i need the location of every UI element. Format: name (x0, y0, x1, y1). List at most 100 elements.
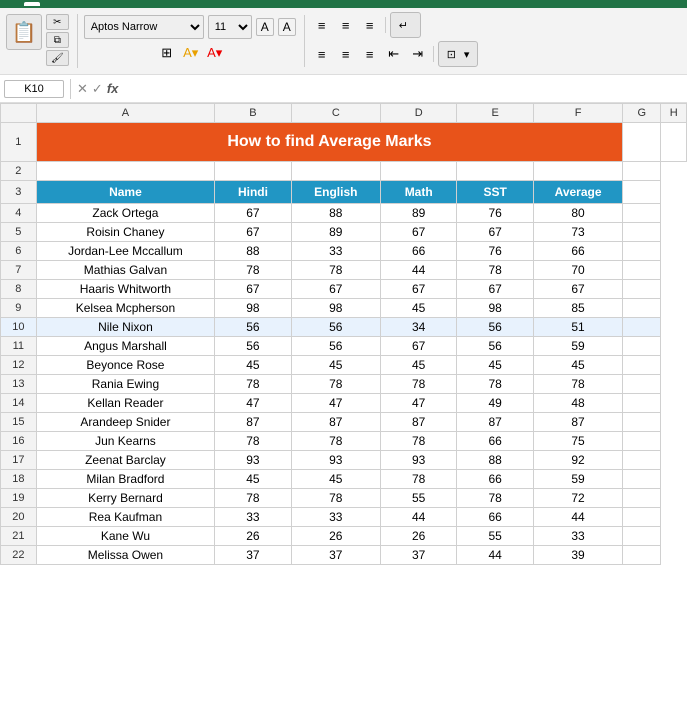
align-bottom-button[interactable]: ≡ (359, 14, 381, 36)
score-sst[interactable]: 78 (457, 261, 534, 280)
student-name[interactable]: Zeenat Barclay (36, 451, 215, 470)
row-header-16[interactable]: 16 (1, 432, 37, 451)
score-average[interactable]: 39 (533, 546, 622, 565)
score-average[interactable]: 80 (533, 204, 622, 223)
score-sst[interactable]: 98 (457, 299, 534, 318)
score-sst[interactable]: 66 (457, 508, 534, 527)
row-header-21[interactable]: 21 (1, 527, 37, 546)
menu-home[interactable] (24, 2, 40, 6)
student-name[interactable]: Rea Kaufman (36, 508, 215, 527)
bold-button[interactable] (84, 42, 106, 64)
col-header-b[interactable]: B (215, 104, 292, 123)
score-sst[interactable]: 88 (457, 451, 534, 470)
font-decrease-button[interactable]: A (278, 18, 296, 36)
score-average[interactable]: 59 (533, 470, 622, 489)
score-sst[interactable]: 66 (457, 432, 534, 451)
score-average[interactable]: 48 (533, 394, 622, 413)
col-header-h[interactable]: H (661, 104, 687, 123)
menu-developer[interactable] (184, 2, 200, 6)
row-header-22[interactable]: 22 (1, 546, 37, 565)
col-header-a[interactable]: A (36, 104, 215, 123)
score-math[interactable]: 45 (380, 356, 457, 375)
student-name[interactable]: Jordan-Lee Mccallum (36, 242, 215, 261)
score-sst[interactable]: 44 (457, 546, 534, 565)
row-header-18[interactable]: 18 (1, 470, 37, 489)
score-english[interactable]: 45 (291, 356, 380, 375)
score-math[interactable]: 93 (380, 451, 457, 470)
menu-insert[interactable] (44, 2, 60, 6)
score-sst[interactable]: 76 (457, 242, 534, 261)
score-english[interactable]: 87 (291, 413, 380, 432)
row-header-11[interactable]: 11 (1, 337, 37, 356)
score-hindi[interactable]: 78 (215, 489, 292, 508)
score-hindi[interactable]: 67 (215, 223, 292, 242)
copy-button[interactable]: ⧉ (46, 32, 69, 48)
col-header-d[interactable]: D (380, 104, 457, 123)
score-average[interactable]: 87 (533, 413, 622, 432)
row-header-3[interactable]: 3 (1, 181, 37, 204)
student-name[interactable]: Arandeep Snider (36, 413, 215, 432)
student-name[interactable]: Rania Ewing (36, 375, 215, 394)
score-math[interactable]: 87 (380, 413, 457, 432)
score-english[interactable]: 37 (291, 546, 380, 565)
score-english[interactable]: 78 (291, 375, 380, 394)
row-header-19[interactable]: 19 (1, 489, 37, 508)
score-average[interactable]: 59 (533, 337, 622, 356)
score-hindi[interactable]: 88 (215, 242, 292, 261)
menu-automate[interactable] (164, 2, 180, 6)
score-average[interactable]: 66 (533, 242, 622, 261)
row-header-12[interactable]: 12 (1, 356, 37, 375)
score-english[interactable]: 56 (291, 318, 380, 337)
score-english[interactable]: 67 (291, 280, 380, 299)
score-sst[interactable]: 67 (457, 280, 534, 299)
align-top-button[interactable]: ≡ (311, 14, 333, 36)
format-painter-button[interactable]: 🖌 (46, 50, 69, 66)
score-average[interactable]: 75 (533, 432, 622, 451)
score-average[interactable]: 70 (533, 261, 622, 280)
column-header-math[interactable]: Math (380, 181, 457, 204)
score-math[interactable]: 37 (380, 546, 457, 565)
merge-center-button[interactable]: ⊡ ▾ (438, 41, 479, 67)
student-name[interactable]: Kerry Bernard (36, 489, 215, 508)
confirm-formula-icon[interactable]: ✓ (92, 81, 103, 97)
score-english[interactable]: 93 (291, 451, 380, 470)
student-name[interactable]: Angus Marshall (36, 337, 215, 356)
row-header-1[interactable]: 1 (1, 123, 37, 162)
score-average[interactable]: 33 (533, 527, 622, 546)
fill-color-button[interactable]: A▾ (180, 42, 202, 64)
score-sst[interactable]: 66 (457, 470, 534, 489)
score-hindi[interactable]: 78 (215, 432, 292, 451)
col-header-g[interactable]: G (623, 104, 661, 123)
score-english[interactable]: 78 (291, 432, 380, 451)
score-hindi[interactable]: 78 (215, 375, 292, 394)
score-english[interactable]: 88 (291, 204, 380, 223)
student-name[interactable]: Mathias Galvan (36, 261, 215, 280)
menu-review[interactable] (124, 2, 140, 6)
score-hindi[interactable]: 67 (215, 204, 292, 223)
score-sst[interactable]: 87 (457, 413, 534, 432)
score-sst[interactable]: 78 (457, 375, 534, 394)
score-english[interactable]: 45 (291, 470, 380, 489)
score-math[interactable]: 78 (380, 470, 457, 489)
align-right-button[interactable]: ≡ (359, 43, 381, 65)
score-english[interactable]: 98 (291, 299, 380, 318)
score-hindi[interactable]: 87 (215, 413, 292, 432)
score-average[interactable]: 78 (533, 375, 622, 394)
score-math[interactable]: 67 (380, 280, 457, 299)
score-math[interactable]: 44 (380, 508, 457, 527)
score-hindi[interactable]: 56 (215, 337, 292, 356)
score-english[interactable]: 56 (291, 337, 380, 356)
score-average[interactable]: 44 (533, 508, 622, 527)
font-color-button[interactable]: A▾ (204, 42, 226, 64)
score-english[interactable]: 89 (291, 223, 380, 242)
score-average[interactable]: 45 (533, 356, 622, 375)
score-hindi[interactable]: 47 (215, 394, 292, 413)
col-header-e[interactable]: E (457, 104, 534, 123)
score-math[interactable]: 44 (380, 261, 457, 280)
score-hindi[interactable]: 45 (215, 356, 292, 375)
column-header-average[interactable]: Average (533, 181, 622, 204)
score-english[interactable]: 78 (291, 261, 380, 280)
indent-increase-button[interactable]: ⇥ (407, 43, 429, 65)
row-header-2[interactable]: 2 (1, 162, 37, 181)
column-header-sst[interactable]: SST (457, 181, 534, 204)
